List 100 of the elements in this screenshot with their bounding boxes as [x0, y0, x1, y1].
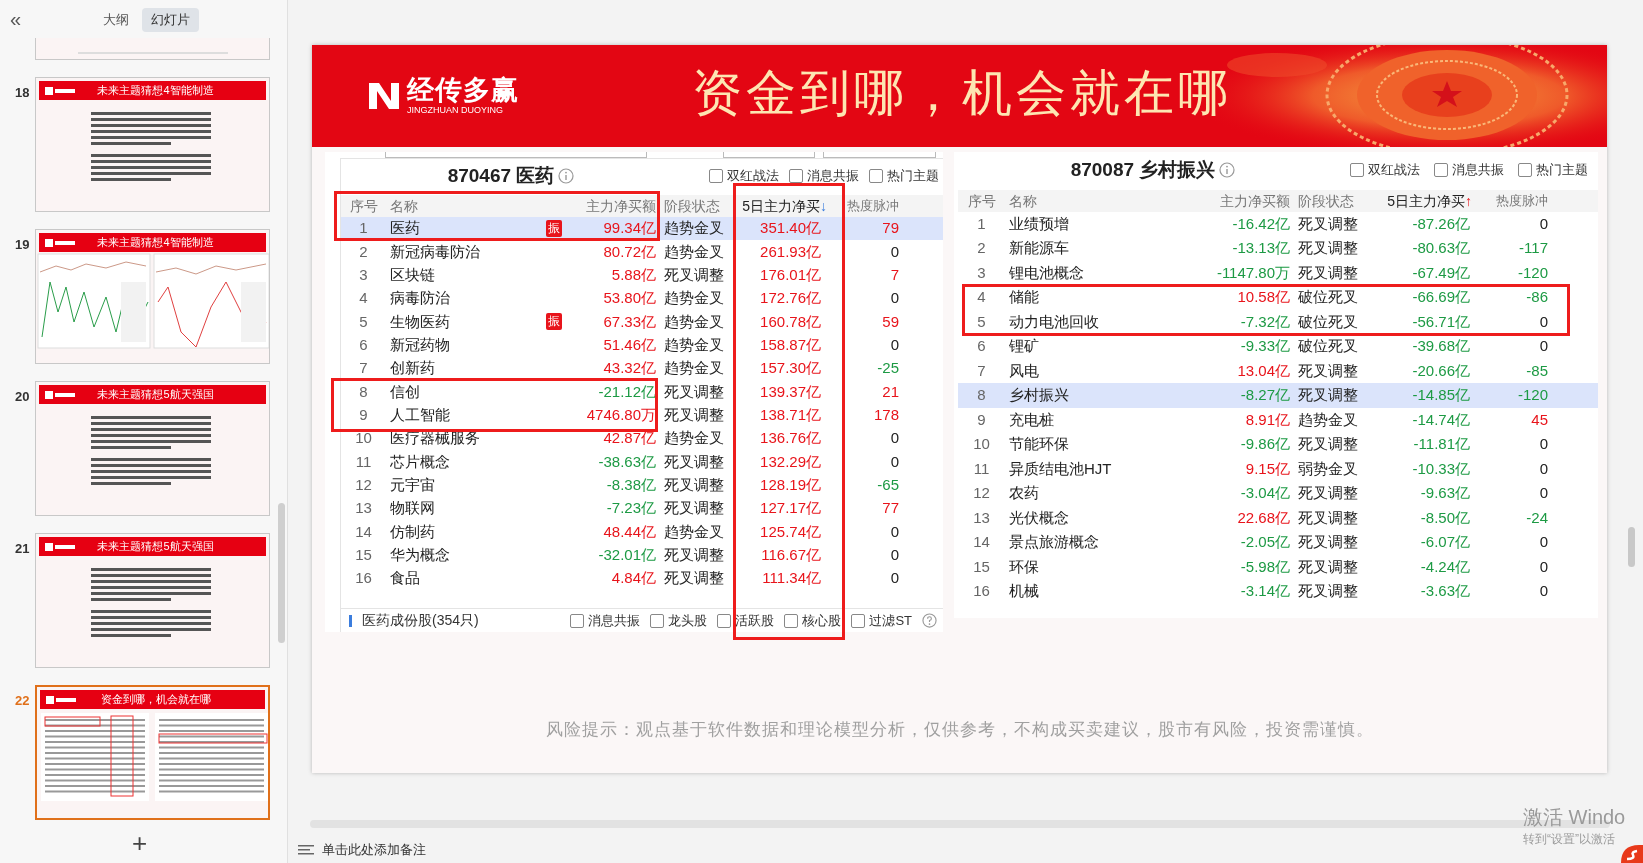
- table-row[interactable]: 2 新能源车 -13.13亿 死叉调整 -80.63亿 -117: [958, 236, 1598, 261]
- table-row[interactable]: 7 创新药 43.32亿 趋势金叉 157.30亿 -25: [341, 356, 943, 381]
- checkbox[interactable]: [570, 613, 585, 628]
- row-index: 12: [972, 483, 991, 504]
- slide-thumbnail[interactable]: 未来主题猜想5航天强国: [35, 381, 270, 516]
- table-cell-text: 死叉调整: [663, 405, 725, 426]
- sidebar-tab[interactable]: 大纲: [94, 8, 138, 32]
- table-row[interactable]: 9 人工智能 4746.80万 死叉调整 138.71亿 178: [341, 403, 943, 427]
- column-header[interactable]: 名称: [1005, 190, 1200, 212]
- checkbox[interactable]: [709, 169, 723, 183]
- row-index: 3: [976, 262, 987, 283]
- table-row[interactable]: 3 区块链 5.88亿 死叉调整 176.01亿 7: [341, 263, 943, 287]
- table-row[interactable]: 6 新冠药物 51.46亿 趋势金叉 158.87亿 0: [341, 333, 943, 357]
- table-row[interactable]: 13 光伏概念 22.68亿 死叉调整 -8.50亿 -24: [958, 505, 1598, 531]
- checkbox[interactable]: [784, 613, 799, 628]
- table-row[interactable]: 12 农药 -3.04亿 死叉调整 -9.63亿 0: [958, 481, 1598, 506]
- table-cell-text: 0: [1538, 434, 1548, 455]
- table-cell-text: 死叉调整: [663, 381, 725, 402]
- notes-field[interactable]: 单击此处添加备注: [322, 839, 522, 860]
- column-header[interactable]: 阶段状态: [1290, 190, 1375, 212]
- table-cell-text: -4.24亿: [1419, 556, 1471, 577]
- column-header[interactable]: 名称: [386, 195, 566, 217]
- table-row[interactable]: 5 生物医药 振 67.33亿 趋势金叉 160.78亿 59: [341, 310, 943, 334]
- table-row[interactable]: 1 业绩预增 -16.42亿 死叉调整 -87.26亿 0: [958, 212, 1598, 237]
- table-row[interactable]: 2 新冠病毒防治 80.72亿 趋势金叉 261.93亿 0: [341, 240, 943, 264]
- row-index: 4: [976, 287, 987, 308]
- table-row[interactable]: 15 华为概念 -32.01亿 死叉调整 116.67亿 0: [341, 543, 943, 567]
- table-cell-text: 华为概念: [389, 545, 451, 565]
- checkbox[interactable]: [851, 613, 866, 628]
- column-header[interactable]: 5日主力净买↑: [1375, 190, 1472, 212]
- column-header[interactable]: 主力净买额: [566, 195, 656, 217]
- checkbox[interactable]: [1434, 163, 1448, 177]
- input-field[interactable]: [385, 152, 647, 158]
- table-row[interactable]: 8 信创 -21.12亿 死叉调整 139.37亿 21: [341, 380, 943, 404]
- table-cell-text: 125.74亿: [759, 521, 822, 542]
- column-header[interactable]: 阶段状态: [656, 195, 736, 217]
- collapse-button[interactable]: «: [6, 9, 26, 29]
- table-cell-text: -32.01亿: [597, 545, 656, 565]
- table-cell-text: 新冠药物: [389, 335, 451, 356]
- column-header[interactable]: 主力净买额: [1200, 190, 1290, 212]
- table-row[interactable]: 4 储能 10.58亿 破位死叉 -66.69亿 -86: [958, 285, 1598, 310]
- column-header[interactable]: 序号: [958, 190, 1005, 212]
- slide-thumbnail[interactable]: [35, 38, 270, 60]
- table-cell-text: -7.23亿: [605, 498, 656, 519]
- slide-thumbnail[interactable]: 未来主题猜想5航天强国: [35, 533, 270, 668]
- slide-title: 资金到哪，机会就在哪: [99, 694, 212, 705]
- checkbox-label: 热门主题: [887, 167, 939, 186]
- slide-thumbnail[interactable]: 未来主题猜想4智能制造: [35, 229, 270, 364]
- table-row[interactable]: 15 环保 -5.98亿 死叉调整 -4.24亿 0: [958, 554, 1598, 580]
- table-row[interactable]: 16 机械 -3.14亿 死叉调整 -3.63亿 0: [958, 579, 1598, 604]
- column-header[interactable]: 5日主力净买↓: [736, 195, 841, 217]
- table-row[interactable]: 5 动力电池回收 -7.32亿 破位死叉 -56.71亿 0: [958, 309, 1598, 335]
- table-row[interactable]: 12 元宇宙 -8.38亿 死叉调整 128.19亿 -65: [341, 473, 943, 497]
- table-cell-text: 136.76亿: [759, 428, 822, 449]
- table-cell-text: -5.98亿: [1239, 556, 1290, 577]
- slide-thumbnail[interactable]: 未来主题猜想4智能制造: [35, 77, 270, 212]
- table-cell-text: 芯片概念: [389, 451, 451, 472]
- table-row[interactable]: 9 充电桩 8.91亿 趋势金叉 -14.74亿 45: [958, 407, 1598, 433]
- scrollbar-thumb[interactable]: [278, 503, 285, 643]
- table-row[interactable]: 8 乡村振兴 -8.27亿 死叉调整 -14.85亿 -120: [958, 383, 1598, 408]
- checkbox[interactable]: [717, 613, 732, 628]
- table-row[interactable]: 4 病毒防治 53.80亿 趋势金叉 172.76亿 0: [341, 287, 943, 311]
- column-header[interactable]: 热度脉冲: [841, 196, 899, 216]
- table-cell-text: 0: [1538, 214, 1548, 234]
- scrollbar-thumb[interactable]: [1628, 527, 1635, 567]
- table-cell-text: 0: [889, 545, 899, 565]
- table-row[interactable]: 14 景点旅游概念 -2.05亿 死叉调整 -6.07亿 0: [958, 530, 1598, 555]
- checkbox[interactable]: [1518, 163, 1532, 177]
- column-header[interactable]: 序号: [341, 195, 386, 217]
- table-row[interactable]: 6 锂矿 -9.33亿 破位死叉 -39.68亿 0: [958, 334, 1598, 359]
- row-index: 8: [976, 385, 987, 406]
- table-row[interactable]: 16 食品 4.84亿 死叉调整 111.34亿 0: [341, 566, 943, 591]
- table-cell-text: 138.71亿: [759, 405, 822, 426]
- table-row[interactable]: 3 锂电池概念 -1147.80万 死叉调整 -67.49亿 -120: [958, 260, 1598, 286]
- table-row[interactable]: 7 风电 13.04亿 死叉调整 -20.66亿 -85: [958, 358, 1598, 384]
- table-cell-text: 趋势金叉: [663, 428, 725, 449]
- slide-thumbnail[interactable]: 资金到哪，机会就在哪: [35, 685, 270, 820]
- slide-number: 18: [15, 84, 30, 102]
- table-row[interactable]: 11 异质结电池HJT 9.15亿 弱势金叉 -10.33亿 0: [958, 456, 1598, 482]
- table-row[interactable]: 11 芯片概念 -38.63亿 死叉调整 132.29亿 0: [341, 450, 943, 474]
- checkbox[interactable]: [789, 169, 803, 183]
- checkbox[interactable]: [650, 613, 665, 628]
- table-cell-text: -9.86亿: [1239, 434, 1290, 455]
- table-row[interactable]: 10 节能环保 -9.86亿 死叉调整 -11.81亿 0: [958, 432, 1598, 457]
- add-slide-button[interactable]: +: [132, 830, 148, 856]
- logo-icon: [45, 86, 75, 95]
- checkbox[interactable]: [1350, 163, 1364, 177]
- table-row[interactable]: 13 物联网 -7.23亿 死叉调整 127.17亿 77: [341, 496, 943, 521]
- sidebar-tab[interactable]: 幻灯片: [142, 8, 199, 32]
- table-row[interactable]: 1 医药 振 99.34亿 趋势金叉 351.40亿 79: [341, 217, 943, 241]
- input-field[interactable]: [823, 152, 936, 158]
- table-row[interactable]: 14 仿制药 48.44亿 趋势金叉 125.74亿 0: [341, 520, 943, 544]
- slide-title: 未来主题猜想4智能制造: [96, 237, 215, 248]
- table-cell-text: 21: [881, 381, 899, 402]
- table-cell-text: 异质结电池HJT: [1008, 458, 1113, 479]
- column-header[interactable]: 热度脉冲: [1472, 191, 1548, 211]
- checkbox-label: 双红战法: [727, 167, 779, 186]
- table-cell-text: 死叉调整: [1297, 360, 1359, 381]
- checkbox[interactable]: [869, 169, 883, 183]
- input-field[interactable]: [723, 152, 815, 158]
